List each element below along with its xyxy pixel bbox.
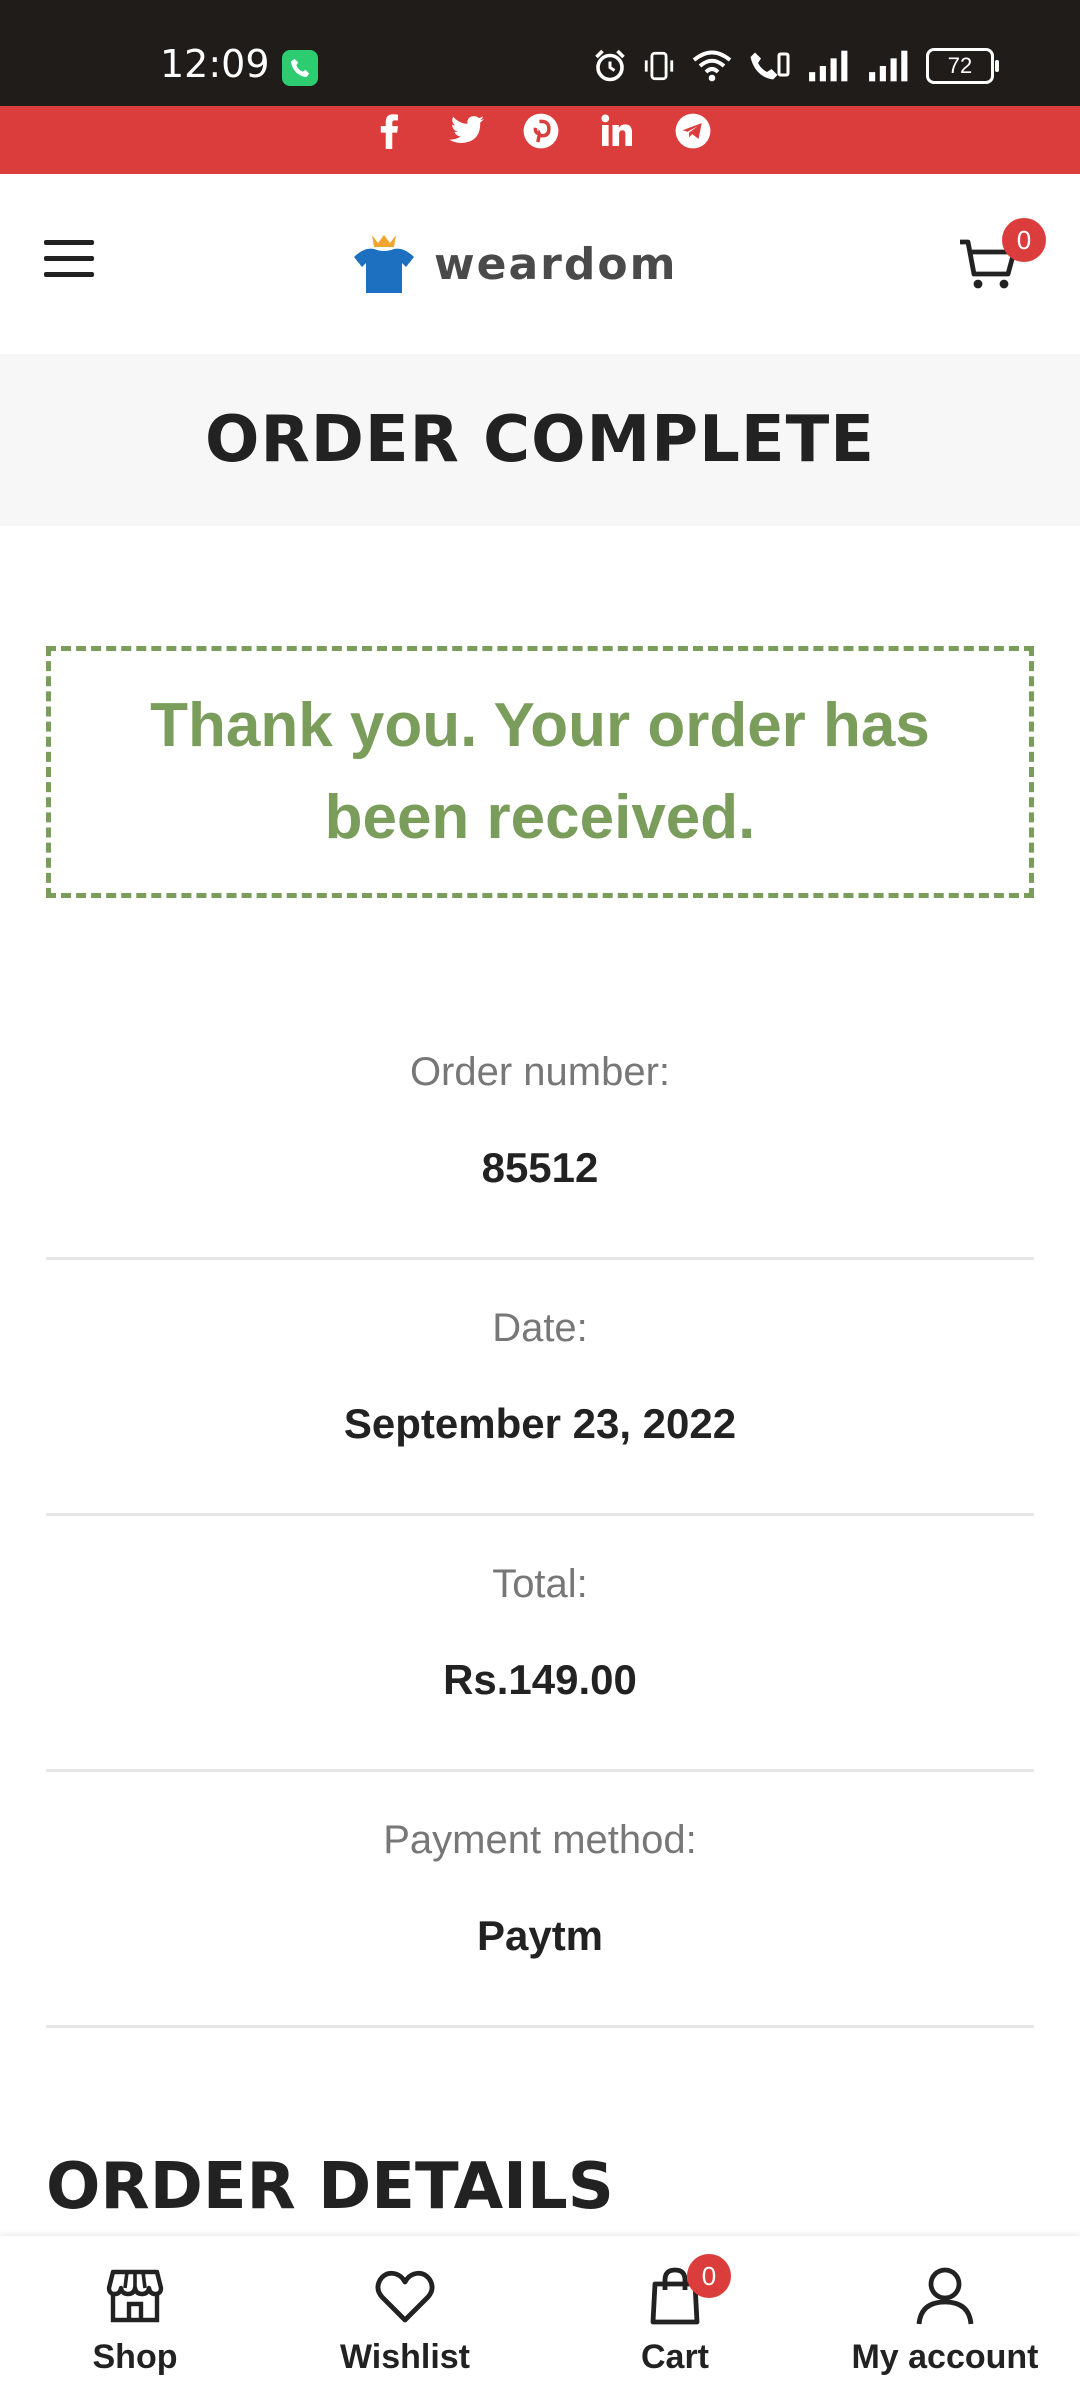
telegram-icon[interactable]	[674, 112, 712, 150]
hamburger-menu-icon[interactable]	[44, 240, 94, 280]
site-header: weardom 0	[0, 174, 1080, 354]
site-logo[interactable]: weardom	[344, 224, 677, 304]
order-date-label: Date:	[492, 1306, 588, 1350]
status-time: 12:09	[160, 42, 270, 86]
payment-method-value: Paytm	[476, 1912, 604, 1959]
order-number-row: Order number: 85512	[46, 1004, 1034, 1260]
social-links-bar	[0, 106, 1080, 174]
pinterest-icon[interactable]	[522, 112, 560, 150]
nav-my-account[interactable]: My account	[810, 2236, 1080, 2400]
order-total-value: Rs.149.00	[443, 1656, 637, 1703]
call-signal-icon	[750, 52, 790, 80]
cart-count-badge: 0	[1002, 218, 1046, 262]
heart-icon	[375, 2270, 435, 2323]
order-total-row: Total: Rs.149.00	[46, 1516, 1034, 1772]
order-received-notice: Thank you. Your order has been received.	[46, 646, 1034, 898]
order-number-label: Order number:	[409, 1050, 671, 1094]
payment-method-label: Payment method:	[383, 1818, 697, 1862]
page-title-bar: ORDER COMPLETE	[0, 354, 1080, 526]
status-bar: 12:09 72	[0, 0, 1080, 106]
signal-icon	[869, 50, 908, 82]
twitter-icon[interactable]	[446, 112, 484, 150]
nav-cart[interactable]: 0 Cart	[540, 2236, 810, 2400]
order-details-heading: ORDER DETAILS	[46, 2150, 614, 2224]
nav-my-account-label: My account	[851, 2338, 1039, 2376]
order-date-value: September 23, 2022	[343, 1400, 737, 1447]
alarm-icon	[595, 49, 625, 82]
logo-shirt-icon	[354, 235, 414, 293]
battery-icon: 72	[926, 48, 999, 84]
nav-wishlist-label: Wishlist	[339, 2338, 471, 2376]
signal-icon	[809, 50, 848, 82]
nav-shop[interactable]: Shop	[0, 2236, 270, 2400]
bottom-navigation: Shop Wishlist 0 Cart My account	[0, 2236, 1080, 2400]
wifi-icon	[692, 50, 732, 82]
vibrate-icon	[644, 51, 674, 81]
brand-name: weardom	[434, 238, 678, 290]
payment-method-row: Payment method: Paytm	[46, 1772, 1034, 2028]
nav-cart-count-badge: 0	[687, 2254, 731, 2298]
notice-text: Thank you. Your order has been received.	[150, 691, 930, 852]
facebook-icon[interactable]	[370, 112, 408, 150]
order-number-value: 85512	[481, 1144, 599, 1191]
order-date-row: Date: September 23, 2022	[46, 1260, 1034, 1516]
header-cart-button[interactable]: 0	[956, 218, 1046, 302]
nav-shop-label: Shop	[92, 2338, 178, 2376]
nav-cart-label: Cart	[640, 2338, 710, 2376]
nav-wishlist[interactable]: Wishlist	[270, 2236, 540, 2400]
page-title: ORDER COMPLETE	[205, 403, 875, 477]
user-icon	[916, 2267, 974, 2325]
order-overview: Order number: 85512 Date: September 23, …	[46, 1004, 1034, 2028]
phone-icon	[282, 50, 318, 86]
shop-icon	[106, 2269, 164, 2323]
linkedin-icon[interactable]	[598, 112, 636, 150]
order-total-label: Total:	[492, 1562, 588, 1606]
